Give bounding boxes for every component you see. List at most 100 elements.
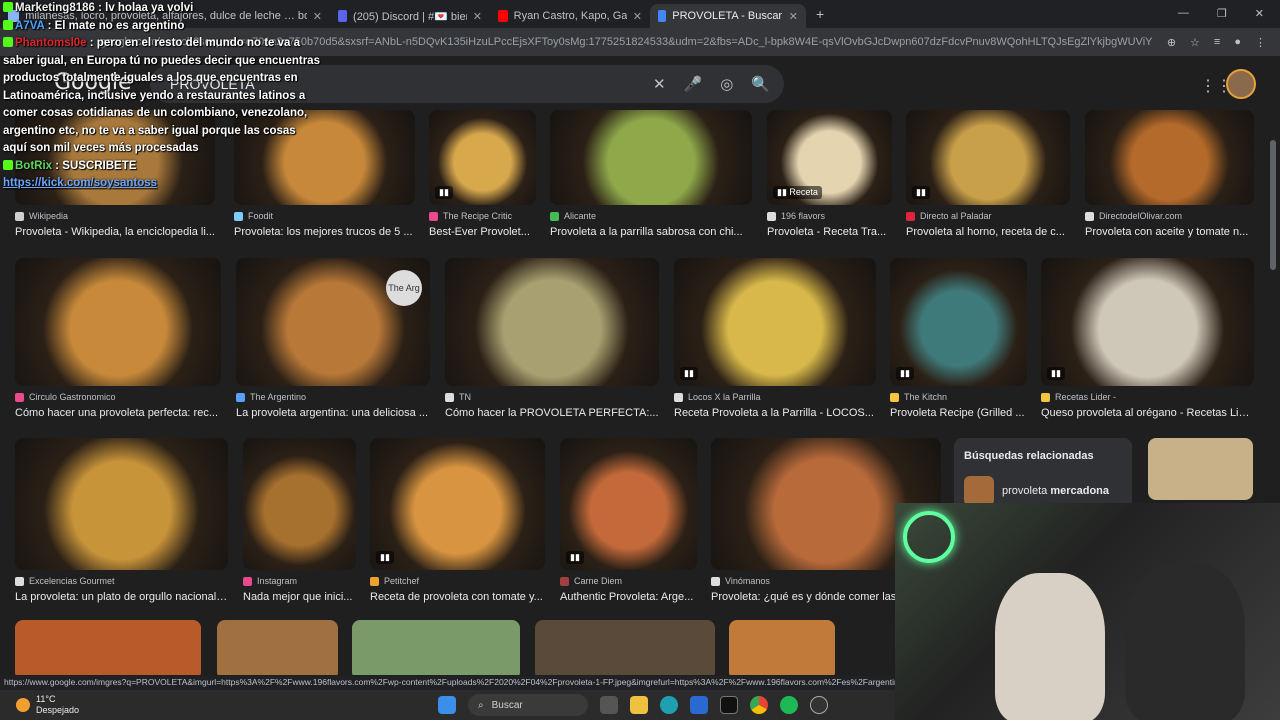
result-image[interactable]: ▮▮	[906, 110, 1070, 205]
result-image[interactable]: ▮▮	[674, 258, 876, 386]
chat-username[interactable]: Marketing8186	[15, 2, 95, 14]
result-source[interactable]: Petitchef	[370, 576, 545, 586]
mic-icon[interactable]: 🎤	[684, 75, 703, 93]
result-title[interactable]: Provoleta: los mejores trucos de 5 ...	[234, 226, 415, 238]
related-search-item[interactable]: provoleta mercadona	[964, 476, 1122, 506]
weather-widget[interactable]: 11°C Despejado	[0, 694, 79, 716]
obs-icon[interactable]	[810, 696, 828, 714]
lens-icon[interactable]: ◎	[720, 75, 733, 93]
result-source[interactable]: The Recipe Critic	[429, 211, 536, 221]
result-image[interactable]	[15, 438, 228, 570]
menu-icon[interactable]: ⋮	[1255, 36, 1266, 49]
chat-username[interactable]: Phantomsl0e	[15, 37, 87, 49]
folder-icon[interactable]	[630, 696, 648, 714]
image-result-card[interactable]: ▮▮ Receta 196 flavors Provoleta - Receta T…	[767, 110, 892, 238]
tab-close-icon[interactable]: ✕	[789, 10, 798, 23]
image-result-card[interactable]: ▮▮ Carne Diem Authentic Provoleta: Arge...	[560, 438, 697, 603]
result-title[interactable]: Provoleta a la parrilla sabrosa con chi.…	[550, 226, 752, 238]
spotify-icon[interactable]	[780, 696, 798, 714]
result-title[interactable]: Best-Ever Provolet...	[429, 226, 536, 238]
result-title[interactable]: Nada mejor que inici...	[243, 591, 356, 603]
image-result-card[interactable]: ▮▮ Recetas Lider - Queso provoleta al orég…	[1041, 258, 1254, 419]
browser-tab[interactable]: PROVOLETA - Buscar con Goog ✕	[650, 4, 806, 28]
result-source[interactable]: Directo al Paladar	[906, 211, 1070, 221]
result-title[interactable]: Provoleta al horno, receta de c...	[906, 226, 1070, 238]
result-source[interactable]: Alicante	[550, 211, 752, 221]
result-source[interactable]: 196 flavors	[767, 211, 892, 221]
new-tab-button[interactable]: +	[806, 6, 834, 22]
bookmark-star-icon[interactable]: ☆	[1190, 36, 1200, 49]
result-source[interactable]: The Argentino	[236, 392, 430, 402]
result-image[interactable]	[217, 620, 338, 675]
result-image[interactable]	[535, 620, 715, 675]
image-result-card[interactable]: TN Cómo hacer la PROVOLETA PERFECTA:...	[445, 258, 659, 419]
clear-icon[interactable]: ✕	[653, 75, 666, 93]
result-title[interactable]: Authentic Provoleta: Arge...	[560, 591, 697, 603]
result-image[interactable]: ▮▮	[370, 438, 545, 570]
task-view-icon[interactable]	[600, 696, 618, 714]
result-source[interactable]: Foodit	[234, 211, 415, 221]
result-card-partial[interactable]	[535, 620, 715, 675]
close-window-button[interactable]: ✕	[1255, 7, 1264, 20]
image-result-card[interactable]: Circulo Gastronomico Cómo hacer una provo…	[15, 258, 221, 419]
result-image[interactable]: The Arg	[236, 258, 430, 386]
result-source[interactable]: Circulo Gastronomico	[15, 392, 221, 402]
image-result-card[interactable]: Excelencias Gourmet La provoleta: un plat…	[15, 438, 228, 603]
chat-username[interactable]: A7VA	[15, 20, 44, 32]
result-source[interactable]: Wikipedia	[15, 211, 215, 221]
result-image[interactable]: ▮▮	[560, 438, 697, 570]
result-image[interactable]: ▮▮	[1041, 258, 1254, 386]
edge-icon[interactable]	[660, 696, 678, 714]
account-avatar[interactable]	[1226, 69, 1256, 99]
result-source[interactable]: Locos X la Parrilla	[674, 392, 876, 402]
result-title[interactable]: Receta de provoleta con tomate y...	[370, 591, 545, 603]
start-icon[interactable]	[438, 696, 456, 714]
result-source[interactable]: Instagram	[243, 576, 356, 586]
image-result-card[interactable]: Alicante Provoleta a la parrilla sabrosa …	[550, 110, 752, 238]
result-title[interactable]: La provoleta argentina: una deliciosa ..…	[236, 407, 430, 419]
image-result-card[interactable]: The Arg The Argentino La provoleta argenti…	[236, 258, 430, 419]
result-image[interactable]: ▮▮	[890, 258, 1027, 386]
result-title[interactable]: La provoleta: un plato de orgullo nacion…	[15, 591, 228, 603]
result-source[interactable]: TN	[445, 392, 659, 402]
search-icon[interactable]: 🔍	[751, 75, 770, 93]
result-title[interactable]: Provoleta Recipe (Grilled ...	[890, 407, 1027, 419]
result-card-partial[interactable]	[352, 620, 520, 675]
result-image[interactable]: ▮▮	[429, 110, 536, 205]
result-card-partial[interactable]	[729, 620, 835, 675]
image-result-card[interactable]: ▮▮ The Kitchn Provoleta Recipe (Grilled ..…	[890, 258, 1027, 419]
tab-close-icon[interactable]: ✕	[473, 10, 482, 23]
result-card-partial[interactable]	[217, 620, 338, 675]
result-source[interactable]: DirectodelOlivar.com	[1085, 211, 1254, 221]
result-title[interactable]: Provoleta - Wikipedia, la enciclopedia l…	[15, 226, 215, 238]
zoom-icon[interactable]: ⊕	[1167, 36, 1176, 49]
chrome-icon[interactable]	[750, 696, 768, 714]
tab-close-icon[interactable]: ✕	[633, 10, 642, 23]
page-scrollbar[interactable]	[1270, 140, 1276, 270]
result-image[interactable]	[445, 258, 659, 386]
taskbar-search[interactable]: ⌕ Buscar	[468, 694, 588, 716]
extensions-icon[interactable]: ≡	[1214, 36, 1220, 49]
image-result-card[interactable]: ▮▮ Directo al Paladar Provoleta al horno, …	[906, 110, 1070, 238]
browser-tab[interactable]: Ryan Castro, Kapo, Gangsta ✕	[490, 4, 650, 28]
result-image[interactable]	[15, 620, 201, 675]
result-title[interactable]: Provoleta - Receta Tra...	[767, 226, 892, 238]
result-title[interactable]: Cómo hacer una provoleta perfecta: rec..…	[15, 407, 221, 419]
result-image[interactable]: ▮▮ Receta	[767, 110, 892, 205]
result-title[interactable]: Provoleta con aceite y tomate n...	[1085, 226, 1254, 238]
profile-icon[interactable]: ●	[1234, 36, 1241, 49]
result-image[interactable]	[550, 110, 752, 205]
result-image[interactable]	[1085, 110, 1254, 205]
browser-tab[interactable]: (205) Discord | #💌 bienvenida ✕	[330, 4, 490, 28]
result-image[interactable]	[15, 258, 221, 386]
result-image[interactable]	[352, 620, 520, 675]
result-image[interactable]	[729, 620, 835, 675]
result-title[interactable]: Queso provoleta al orégano - Recetas Lid…	[1041, 407, 1254, 419]
maximize-button[interactable]: ❐	[1217, 7, 1227, 20]
minimize-button[interactable]: —	[1178, 7, 1189, 20]
chat-link[interactable]: https://kick.com/soysantoss	[3, 177, 157, 189]
result-source[interactable]: Carne Diem	[560, 576, 697, 586]
image-result-card[interactable]: ▮▮ The Recipe Critic Best-Ever Provolet...	[429, 110, 536, 238]
result-card-partial[interactable]	[15, 620, 201, 675]
image-result-card[interactable]: ▮▮ Petitchef Receta de provoleta con tomat…	[370, 438, 545, 603]
